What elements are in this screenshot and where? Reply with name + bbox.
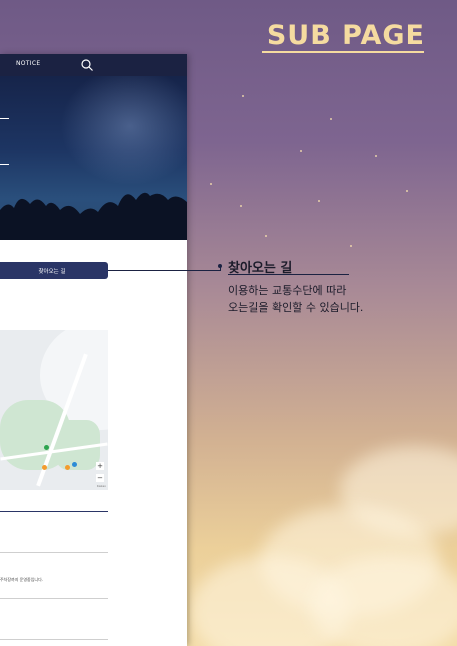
zoom-in-button[interactable]: + — [96, 462, 104, 470]
map-marker[interactable] — [44, 445, 49, 450]
map-marker[interactable] — [65, 465, 70, 470]
title-underline — [262, 51, 424, 53]
nav-notice-link[interactable]: NOTICE — [16, 60, 40, 67]
map-credit: Kakao — [96, 484, 106, 488]
callout-description: 이용하는 교통수단에 따라 오는길을 확인할 수 있습니다. — [228, 282, 363, 316]
hero-line-marker — [0, 164, 9, 165]
mock-navbar: NOTICE — [0, 54, 187, 76]
divider — [0, 511, 108, 512]
hero-image-night-sky — [0, 76, 187, 240]
callout-leader-line — [108, 270, 220, 271]
callout-body-line: 오는길을 확인할 수 있습니다. — [228, 301, 364, 314]
callout-dot — [218, 264, 222, 268]
callout-underline — [228, 274, 349, 275]
map-marker[interactable] — [72, 462, 77, 467]
website-mockup: NOTICE 찾아오는 길 + − Kakao 주차장까지 운영중입니다. — [0, 54, 187, 646]
tree-silhouette — [0, 192, 187, 240]
callout-body-line: 이용하는 교통수단에 따라 — [228, 284, 347, 297]
search-icon[interactable] — [80, 58, 94, 72]
directions-button[interactable]: 찾아오는 길 — [0, 262, 108, 279]
background-clouds — [190, 386, 457, 646]
divider — [0, 598, 108, 599]
notice-text: 주차장까지 운영중입니다. — [0, 577, 44, 582]
location-map[interactable]: + − Kakao — [0, 330, 108, 490]
page-title: SUB PAGE — [266, 20, 425, 51]
zoom-out-button[interactable]: − — [96, 474, 104, 482]
hero-line-marker — [0, 118, 9, 119]
divider — [0, 639, 108, 640]
divider — [0, 552, 108, 553]
map-marker[interactable] — [42, 465, 47, 470]
